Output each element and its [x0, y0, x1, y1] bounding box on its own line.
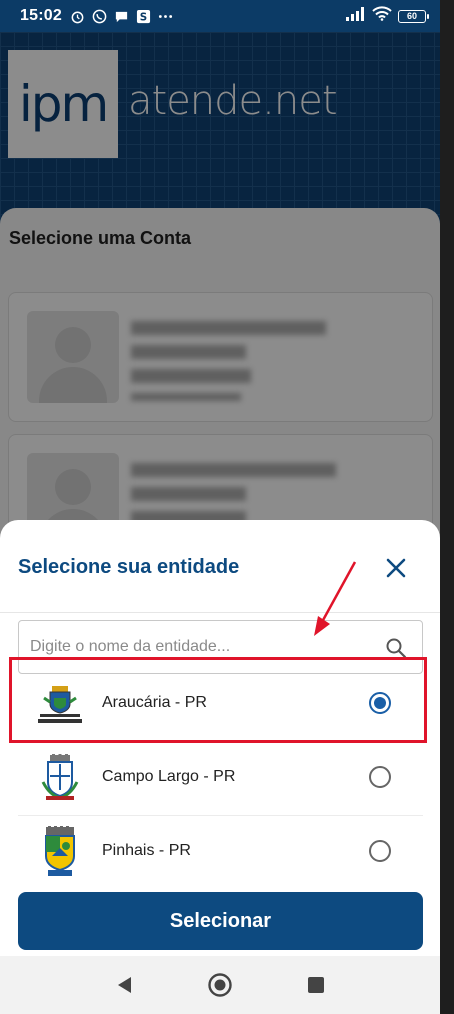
radio-campo-largo[interactable]: [369, 766, 391, 788]
annotation-arrow-icon: [314, 561, 357, 636]
notification-icons: S: [70, 9, 173, 24]
search-icon[interactable]: [385, 637, 407, 659]
chat-icon: [114, 9, 129, 24]
back-icon: [118, 977, 131, 993]
more-icon: [158, 9, 173, 24]
home-button[interactable]: [207, 972, 233, 998]
entity-row-araucaria[interactable]: Araucária - PR: [18, 666, 423, 742]
entity-row-campo-largo[interactable]: Campo Largo - PR: [18, 740, 423, 816]
status-time: 15:02: [20, 7, 62, 24]
status-bar: 15:02 S 60: [0, 0, 440, 32]
screen-edge: [440, 0, 454, 1014]
system-indicators: 60: [346, 6, 429, 26]
recents-icon: [308, 977, 324, 993]
araucaria-crest-icon: [36, 680, 84, 728]
entity-row-pinhais[interactable]: Pinhais - PR: [18, 814, 423, 890]
signal-icon: [346, 6, 366, 26]
pinhais-crest-icon: [36, 826, 84, 876]
radio-araucaria[interactable]: [369, 692, 391, 714]
select-button[interactable]: Selecionar: [18, 892, 423, 950]
close-button[interactable]: [380, 552, 412, 584]
entity-name: Pinhais - PR: [102, 842, 191, 859]
s-app-icon: S: [136, 9, 151, 24]
radio-pinhais[interactable]: [369, 840, 391, 862]
alarm-icon: [70, 9, 85, 24]
navigation-bar: [0, 956, 440, 1014]
entity-name: Campo Largo - PR: [102, 768, 236, 785]
entity-bottom-sheet: Selecione sua entidade Araucária - PR: [0, 520, 440, 956]
battery-icon: 60: [398, 9, 429, 23]
back-button[interactable]: [111, 972, 137, 998]
divider: [0, 612, 440, 613]
svg-text:S: S: [140, 11, 147, 23]
campo-largo-crest-icon: [36, 754, 84, 802]
close-icon: [386, 558, 406, 578]
recents-button[interactable]: [303, 972, 329, 998]
entity-name: Araucária - PR: [102, 694, 207, 711]
whatsapp-icon: [92, 9, 107, 24]
app-screen: 15:02 S 60 ipm atende.net Selecione uma …: [0, 0, 440, 1014]
battery-level: 60: [406, 11, 417, 21]
home-icon: [208, 973, 232, 997]
sheet-title: Selecione sua entidade: [18, 556, 240, 578]
wifi-icon: [372, 6, 392, 26]
